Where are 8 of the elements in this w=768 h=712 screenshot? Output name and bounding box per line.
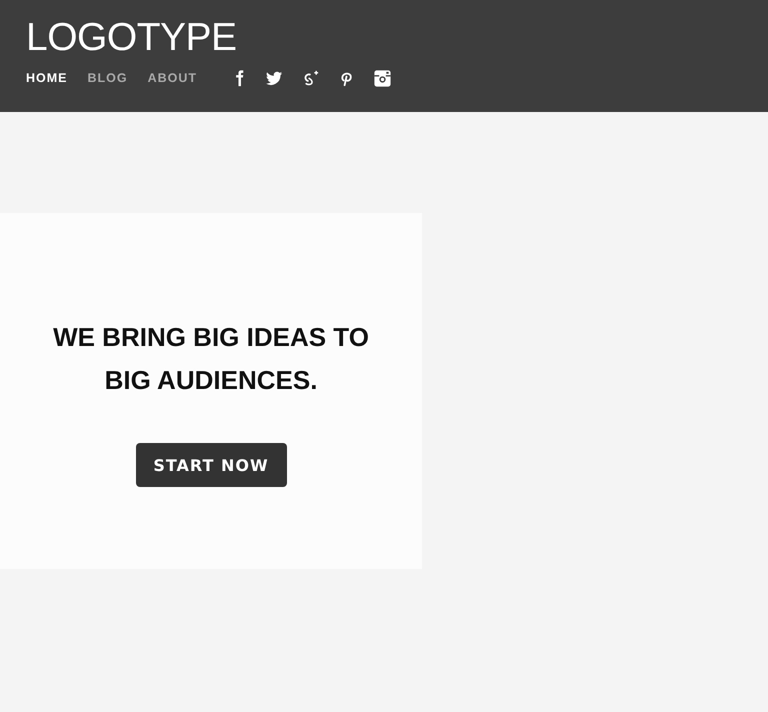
- logo[interactable]: LOGOTYPE: [26, 18, 237, 58]
- bird-icon[interactable]: [265, 68, 284, 88]
- headline: WE BRING BIG IDEAS TO BIG AUDIENCES.: [52, 321, 370, 397]
- nav-link[interactable]: BLOG: [88, 71, 128, 85]
- start-now-button[interactable]: START NOW: [136, 443, 286, 487]
- nav-link[interactable]: HOME: [26, 71, 68, 85]
- camera-icon[interactable]: [373, 68, 392, 88]
- nav-link[interactable]: ABOUT: [148, 71, 198, 85]
